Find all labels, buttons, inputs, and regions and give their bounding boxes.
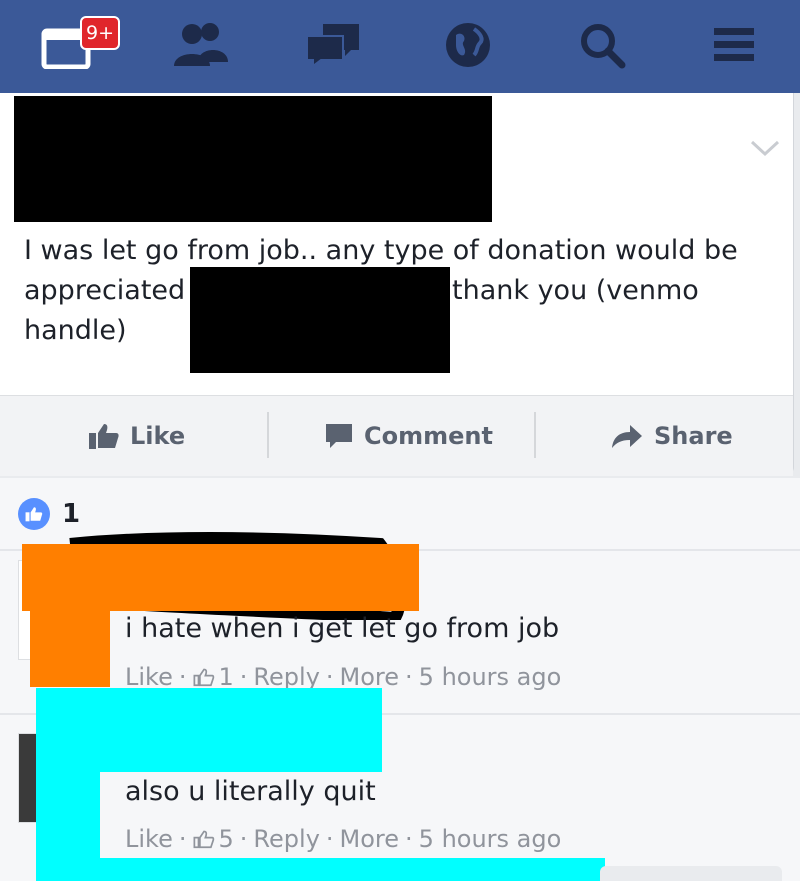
notifications-button[interactable]: 9+ xyxy=(26,10,121,80)
thumbs-up-icon xyxy=(25,507,43,522)
thumbs-up-outline-icon xyxy=(193,668,214,687)
comment-text: also u literally quit xyxy=(125,776,376,807)
like-summary[interactable]: 1 xyxy=(18,498,80,530)
thumbs-up-outline-icon xyxy=(193,830,214,849)
comment-more-link[interactable]: More xyxy=(340,663,400,691)
redacted-venmo-handle xyxy=(190,267,450,373)
search-icon xyxy=(581,24,626,69)
globe-button[interactable] xyxy=(428,10,508,80)
like-reaction-icon xyxy=(18,498,50,530)
orange-redaction-block xyxy=(30,611,110,687)
menu-icon xyxy=(714,28,754,61)
like-count: 1 xyxy=(62,499,81,529)
comment-reaction-count[interactable]: 5 xyxy=(219,825,234,853)
like-button[interactable]: Like xyxy=(88,396,185,476)
top-nav-bar: 9+ xyxy=(0,0,800,93)
messages-button[interactable] xyxy=(294,10,374,80)
post-action-bar: Like Comment Share xyxy=(0,395,793,476)
comment-more-link[interactable]: More xyxy=(340,825,400,853)
share-label: Share xyxy=(654,422,733,450)
comment-reply-link[interactable]: Reply xyxy=(253,825,319,853)
comment-input-edge xyxy=(600,866,782,881)
action-divider xyxy=(534,412,536,458)
comment-timestamp: 5 hours ago xyxy=(418,825,562,853)
like-label: Like xyxy=(130,422,186,450)
globe-icon xyxy=(446,23,490,67)
messages-icon xyxy=(306,24,359,68)
comment-icon xyxy=(326,424,352,448)
comment-text: i hate when i get let go from job xyxy=(125,613,560,644)
friends-button[interactable] xyxy=(160,10,240,80)
share-arrow-icon xyxy=(612,425,642,448)
orange-redaction-block xyxy=(22,544,419,611)
search-button[interactable] xyxy=(562,10,642,80)
redacted-author-block xyxy=(14,96,492,222)
post-text-line1: I was let go from job.. any type of dona… xyxy=(24,235,738,266)
chevron-down-icon[interactable] xyxy=(750,140,780,158)
comment-meta: Like · 5 · Reply · More · 5 hours ago xyxy=(125,825,562,853)
friends-icon xyxy=(174,23,228,66)
comment-reaction-count[interactable]: 1 xyxy=(219,663,234,691)
comment-timestamp: 5 hours ago xyxy=(418,663,562,691)
thumbs-up-icon xyxy=(89,424,119,449)
action-divider xyxy=(267,412,269,458)
comment-button[interactable]: Comment xyxy=(324,396,493,476)
post-text-line3: handle) xyxy=(24,315,127,346)
comment-reply-link[interactable]: Reply xyxy=(253,663,319,691)
notification-badge: 9+ xyxy=(80,16,121,50)
comment-label: Comment xyxy=(364,422,493,450)
comment-like-link[interactable]: Like xyxy=(125,825,173,853)
comment-like-link[interactable]: Like xyxy=(125,663,173,691)
post-text-line2-end: thank you (venmo xyxy=(452,275,699,306)
menu-button[interactable] xyxy=(694,10,774,80)
comment-meta: Like · 1 · Reply · More · 5 hours ago xyxy=(125,663,562,691)
share-button[interactable]: Share xyxy=(610,396,733,476)
